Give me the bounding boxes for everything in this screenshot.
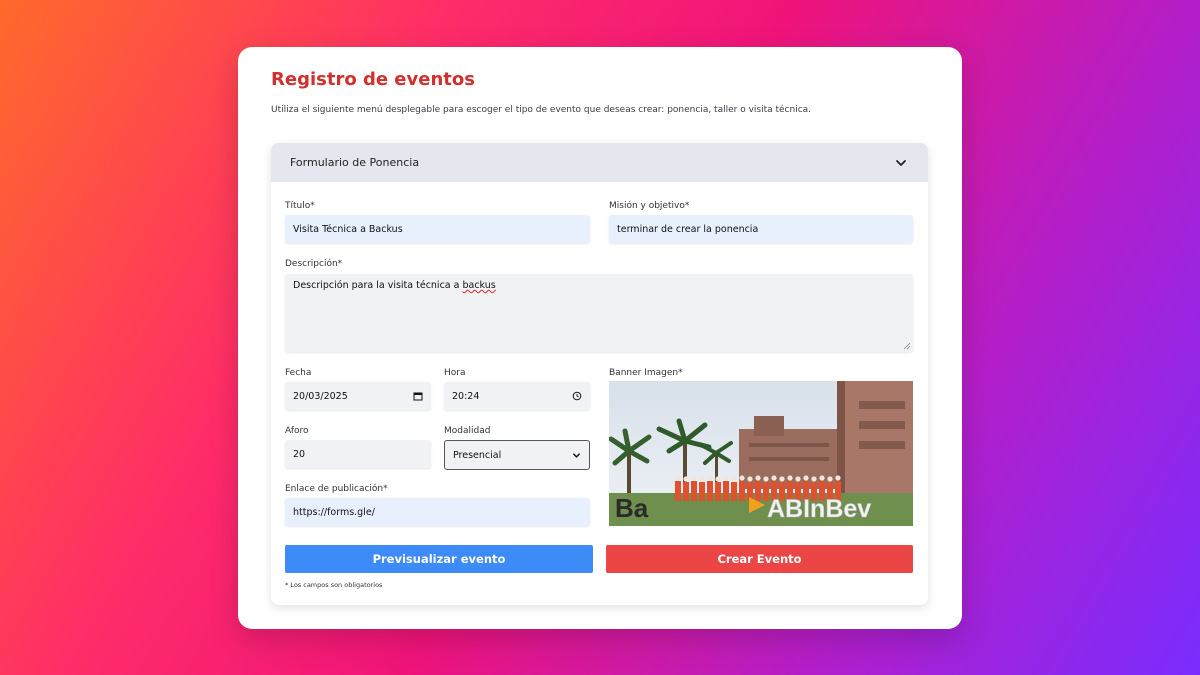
form-accordion: Formulario de Ponencia Título* Visita Té… — [271, 143, 928, 605]
aforo-value: 20 — [293, 448, 306, 460]
banner-image[interactable]: Ba ABInBev — [609, 381, 913, 526]
enlace-value: https://forms.gle/ — [293, 506, 375, 518]
descripcion-textarea[interactable]: Descripción para la visita técnica a bac… — [285, 274, 913, 352]
enlace-input[interactable]: https://forms.gle/ — [285, 498, 590, 526]
titulo-input[interactable]: Visita Técnica a Backus — [285, 215, 590, 243]
aforo-input[interactable]: 20 — [285, 440, 431, 468]
mision-label: Misión y objetivo* — [609, 201, 690, 211]
mision-value: terminar de crear la ponencia — [617, 223, 759, 235]
banner-sign-right-text: ABInBev — [767, 495, 871, 523]
banner-photo: Ba ABInBev — [609, 381, 913, 526]
hora-input[interactable]: 20:24 — [444, 382, 590, 410]
create-event-button[interactable]: Crear Evento — [606, 545, 913, 573]
event-registration-card: Registro de eventos Utiliza el siguiente… — [238, 47, 962, 629]
descripcion-misspelled-word: backus — [462, 280, 496, 291]
fecha-value: 20/03/2025 — [293, 390, 348, 402]
enlace-label: Enlace de publicación* — [285, 484, 388, 494]
descripcion-value: Descripción para la visita técnica a — [293, 280, 463, 291]
page-title: Registro de eventos — [271, 69, 475, 90]
accordion-header[interactable]: Formulario de Ponencia — [271, 143, 928, 182]
required-fields-note: * Los campos son obligatorios — [285, 581, 383, 589]
banner-label: Banner Imagen* — [609, 368, 683, 378]
mision-input[interactable]: terminar de crear la ponencia — [609, 215, 913, 243]
banner-sign-left-text: Ba — [615, 493, 649, 523]
preview-event-button[interactable]: Previsualizar evento — [285, 545, 593, 573]
titulo-value: Visita Técnica a Backus — [293, 223, 403, 235]
modalidad-value: Presencial — [453, 449, 502, 461]
modalidad-select[interactable]: Presencial — [444, 440, 590, 470]
accordion-title: Formulario de Ponencia — [290, 156, 420, 169]
descripcion-label: Descripción* — [285, 259, 343, 269]
fecha-input[interactable]: 20/03/2025 — [285, 382, 431, 410]
hora-value: 20:24 — [452, 390, 480, 402]
page-subtitle: Utiliza el siguiente menú desplegable pa… — [271, 105, 812, 115]
clock-icon[interactable] — [572, 391, 582, 401]
calendar-icon[interactable] — [413, 391, 423, 401]
chevron-down-icon — [573, 452, 580, 458]
hora-label: Hora — [444, 368, 466, 378]
chevron-down-icon[interactable] — [894, 156, 908, 170]
titulo-label: Título* — [285, 201, 315, 211]
fecha-label: Fecha — [285, 368, 312, 378]
resize-handle-icon[interactable] — [903, 342, 911, 350]
aforo-label: Aforo — [285, 426, 309, 436]
modalidad-label: Modalidad — [444, 426, 491, 436]
